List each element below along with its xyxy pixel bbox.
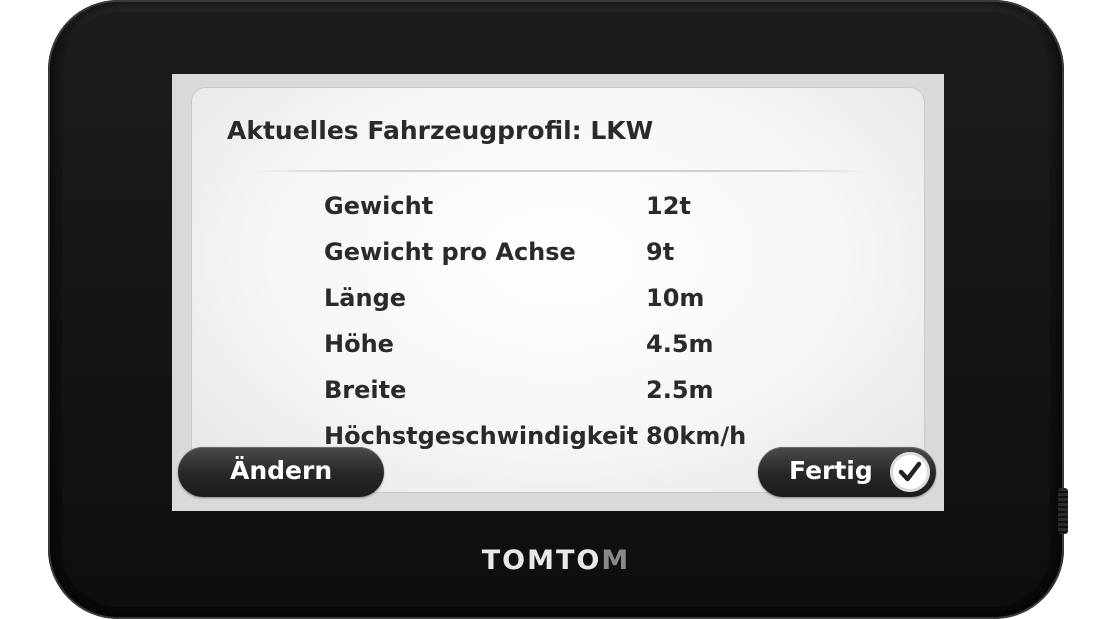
change-button-label: Ändern <box>230 456 333 485</box>
checkmark-icon <box>890 452 930 492</box>
spec-row-length: Länge 10m <box>324 280 844 326</box>
spec-label: Höchstgeschwindigkeit <box>324 422 639 450</box>
spec-row-weight: Gewicht 12t <box>324 188 844 234</box>
spec-label: Breite <box>324 376 407 404</box>
spec-value: 80km/h <box>646 422 747 450</box>
spec-row-height: Höhe 4.5m <box>324 326 844 372</box>
vehicle-spec-list: Gewicht 12t Gewicht pro Achse 9t Länge 1… <box>324 188 844 464</box>
spec-value: 12t <box>646 192 691 220</box>
done-button-label: Fertig <box>789 456 873 485</box>
done-button[interactable]: Fertig <box>758 447 936 497</box>
side-grip <box>1058 488 1068 534</box>
spec-label: Länge <box>324 284 407 312</box>
spec-label: Gewicht pro Achse <box>324 238 576 266</box>
title-divider <box>252 170 872 172</box>
spec-value: 2.5m <box>646 376 714 404</box>
spec-value: 9t <box>646 238 675 266</box>
display-screen: Aktuelles Fahrzeugprofil: LKW Gewicht 12… <box>172 74 944 511</box>
page-title: Aktuelles Fahrzeugprofil: LKW <box>227 116 654 145</box>
spec-label: Höhe <box>324 330 394 358</box>
brand-logo: TOMTOM <box>481 545 631 576</box>
spec-label: Gewicht <box>324 192 434 220</box>
spec-row-axle-weight: Gewicht pro Achse 9t <box>324 234 844 280</box>
spec-value: 10m <box>646 284 705 312</box>
spec-row-width: Breite 2.5m <box>324 372 844 418</box>
vehicle-profile-panel: Aktuelles Fahrzeugprofil: LKW Gewicht 12… <box>192 88 924 492</box>
spec-value: 4.5m <box>646 330 714 358</box>
change-button[interactable]: Ändern <box>178 447 384 497</box>
